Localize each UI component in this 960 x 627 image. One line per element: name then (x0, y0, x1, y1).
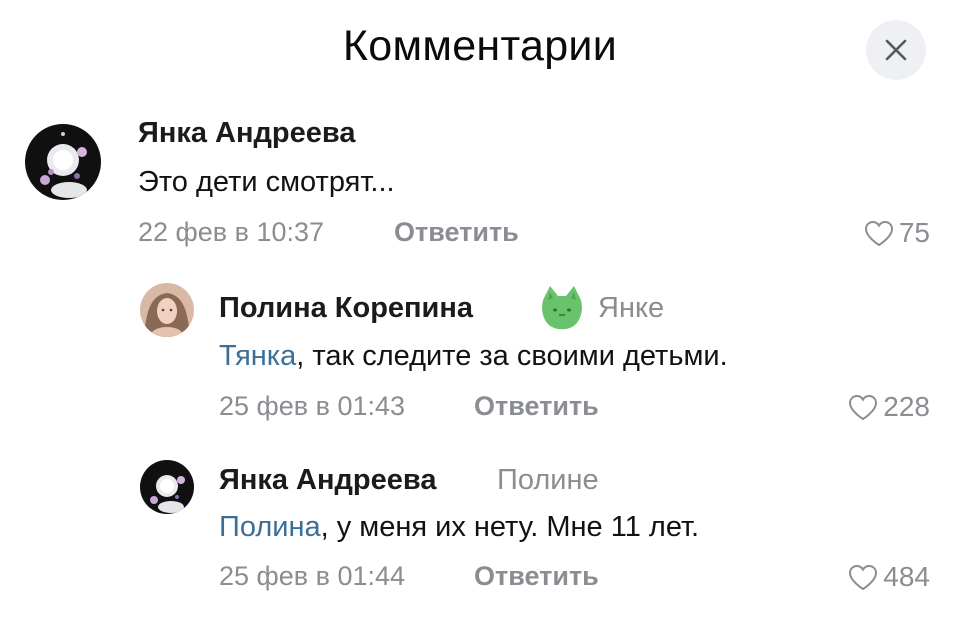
comment-text-body: , у меня их нету. Мне 11 лет. (320, 511, 700, 543)
comment-reply-item: Янка Андреева Полине Полина, у меня их н… (0, 440, 960, 627)
comment-date: 25 фев в 01:44 (219, 561, 406, 591)
like-count: 484 (883, 561, 930, 592)
reply-button[interactable]: Ответить (474, 561, 599, 592)
reply-to-label[interactable]: Полине (497, 464, 599, 497)
heart-icon (849, 564, 878, 590)
comment-author[interactable]: Полина Корепина (219, 292, 473, 325)
avatar[interactable] (140, 283, 194, 337)
like-button[interactable]: 484 (848, 560, 930, 594)
comment-date: 22 фев в 10:37 (138, 217, 325, 247)
comment-text: Полина, у меня их нету. Мне 11 лет. (219, 511, 699, 544)
mention-link[interactable]: Тянка (219, 340, 296, 372)
heart-icon (864, 220, 893, 246)
comment-date: 25 фев в 01:43 (219, 391, 406, 421)
comment-text: Это дети смотрят... (138, 166, 395, 198)
mention-link[interactable]: Полина (219, 511, 321, 543)
avatar[interactable] (140, 460, 194, 514)
like-count: 228 (883, 391, 930, 422)
green-cat-sticker-icon (538, 284, 586, 332)
comment-text-body: , так следите за своими детьми. (296, 340, 728, 372)
like-count: 75 (898, 217, 930, 248)
comment-item: Янка Андреева Это дети смотрят... 22 фев… (0, 0, 960, 260)
heart-icon (849, 394, 878, 420)
like-button[interactable]: 228 (848, 390, 930, 424)
reply-to-label[interactable]: Янке (598, 292, 664, 325)
reply-button[interactable]: Ответить (474, 391, 599, 422)
comment-author[interactable]: Янка Андреева (138, 117, 355, 150)
like-button[interactable]: 75 (864, 216, 930, 250)
reply-button[interactable]: Ответить (394, 217, 519, 248)
comment-text: Тянка, так следите за своими детьми. (219, 340, 728, 373)
avatar[interactable] (25, 124, 101, 200)
comment-reply-item: Полина Корепина Янке Тянка, так следите … (0, 260, 960, 440)
comment-author[interactable]: Янка Андреева (219, 464, 436, 497)
